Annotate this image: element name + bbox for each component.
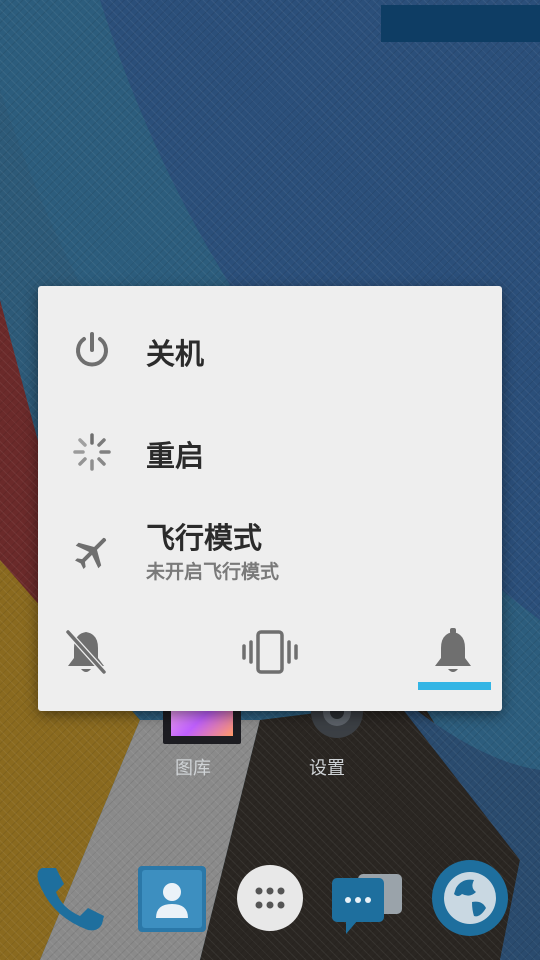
bell-icon[interactable] xyxy=(423,626,483,678)
app-label-settings: 设置 xyxy=(309,758,345,779)
bell-off-icon[interactable] xyxy=(56,626,116,678)
phone-icon[interactable] xyxy=(28,858,108,938)
app-label-gallery: 图库 xyxy=(175,758,211,779)
power-off-option[interactable]: 关机 xyxy=(38,316,502,386)
restart-label: 重启 xyxy=(146,439,205,473)
messages-icon[interactable] xyxy=(328,858,408,938)
dock xyxy=(0,850,540,960)
app-drawer-icon[interactable] xyxy=(230,858,310,938)
power-menu-dialog: 关机 重启 飞行模式 未开启飞行模式 xyxy=(38,286,502,711)
sound-mode-selector xyxy=(38,616,502,696)
selected-sound-indicator xyxy=(418,682,491,690)
vibrate-icon[interactable] xyxy=(240,626,300,678)
browser-icon[interactable] xyxy=(430,858,510,938)
contacts-icon[interactable] xyxy=(132,858,212,938)
airplane-mode-option[interactable]: 飞行模式 未开启飞行模式 xyxy=(38,508,502,594)
airplane-mode-label: 飞行模式 xyxy=(146,521,263,555)
restart-icon xyxy=(73,433,111,471)
power-off-label: 关机 xyxy=(146,337,205,371)
power-icon xyxy=(76,332,108,367)
airplane-icon xyxy=(75,537,107,569)
airplane-mode-status: 未开启飞行模式 xyxy=(146,561,280,583)
status-bar-area xyxy=(381,5,540,42)
restart-option[interactable]: 重启 xyxy=(38,416,502,486)
